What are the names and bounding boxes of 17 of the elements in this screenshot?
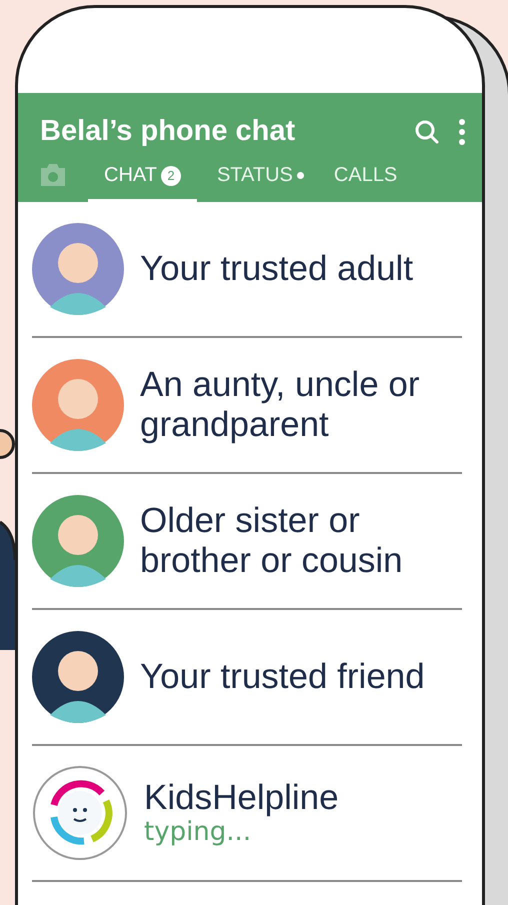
chat-item[interactable]: KidsHelpline typing... bbox=[32, 746, 462, 882]
camera-icon bbox=[38, 163, 68, 187]
contact-name: Older sister or brother or cousin bbox=[140, 500, 404, 582]
logo-icon bbox=[32, 765, 128, 861]
contact-name: An aunty, uncle or grandparent bbox=[140, 364, 421, 446]
typing-status: typing... bbox=[144, 818, 252, 848]
contact-name: Your trusted adult bbox=[140, 248, 414, 290]
chat-item[interactable]: Your trusted adult bbox=[32, 202, 462, 338]
count-badge: 2 bbox=[160, 166, 181, 186]
chat-item[interactable]: An aunty, uncle or grandparent bbox=[32, 338, 462, 474]
menu-icon[interactable] bbox=[458, 118, 466, 146]
chat-item[interactable]: Older sister or brother or cousin bbox=[32, 474, 462, 610]
contact-name: Your trusted friend bbox=[140, 656, 425, 698]
app-title: Belal’s phone chat bbox=[40, 115, 296, 148]
chat-item[interactable]: Your trusted friend bbox=[32, 610, 462, 746]
contact-name: KidsHelpline bbox=[144, 778, 339, 818]
search-icon[interactable] bbox=[414, 118, 440, 144]
